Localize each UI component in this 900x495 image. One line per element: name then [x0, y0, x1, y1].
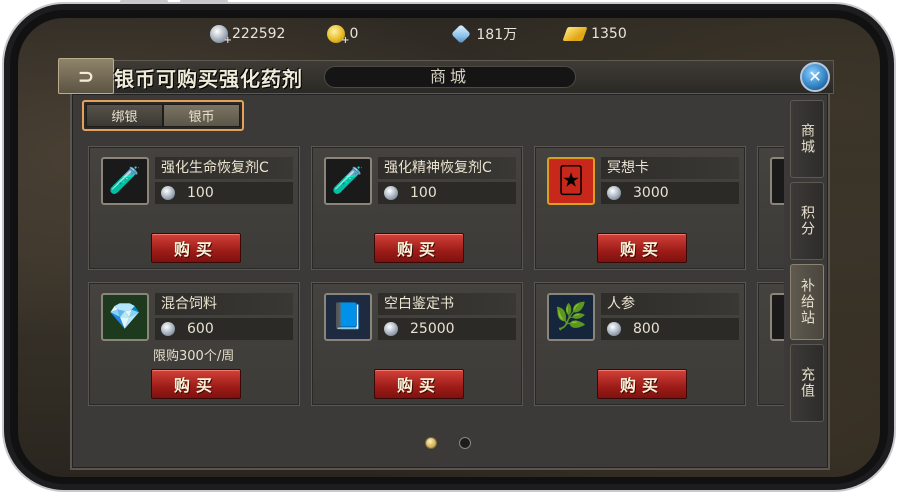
- volume-button: [180, 0, 228, 3]
- silver-coin-icon: [384, 322, 398, 336]
- right-tabs: 商城 积分 补给站 充值: [790, 100, 826, 426]
- currency-bar: + 222592 + 0 181万 1350: [210, 22, 669, 46]
- close-icon: ✕: [808, 67, 822, 86]
- blank-book-icon[interactable]: 📘: [324, 293, 372, 341]
- item-price: 600: [155, 318, 293, 340]
- page-title: 银币可购买强化药剂: [114, 66, 303, 91]
- currency-value: 1350: [591, 26, 627, 42]
- meditation-card-icon[interactable]: 🃏: [547, 157, 595, 205]
- silver-coin-icon: [161, 186, 175, 200]
- item-icon[interactable]: [770, 157, 784, 205]
- currency-value: 181万: [476, 27, 518, 43]
- item-card-partial: [757, 146, 784, 270]
- currency-ticket[interactable]: 1350: [562, 22, 627, 46]
- close-button[interactable]: ✕: [800, 62, 830, 92]
- item-icon[interactable]: [770, 293, 784, 341]
- tab-recharge[interactable]: 充值: [790, 344, 824, 422]
- red-potion-icon[interactable]: 🧪: [101, 157, 149, 205]
- item-price: 25000: [378, 318, 516, 340]
- buy-button[interactable]: 购买: [374, 233, 464, 263]
- item-card: 🃏 冥想卡 3000 购买: [534, 146, 746, 270]
- tab-shop[interactable]: 商城: [790, 100, 824, 178]
- item-price: 100: [155, 182, 293, 204]
- ginseng-icon[interactable]: 🌿: [547, 293, 595, 341]
- volume-button: [120, 0, 168, 3]
- phone-frame: + 222592 + 0 181万 1350 ⊃ 银币可购买强化药剂 商城 ✕ …: [0, 0, 900, 495]
- page-dot-1[interactable]: [425, 437, 437, 449]
- item-price: 100: [378, 182, 516, 204]
- silver-coin-icon: +: [210, 25, 232, 46]
- currency-subtabs: 绑银 银币: [82, 100, 244, 131]
- silver-coin-icon: [384, 186, 398, 200]
- back-button[interactable]: ⊃: [58, 58, 114, 94]
- buy-button[interactable]: 购买: [151, 233, 241, 263]
- currency-silver[interactable]: + 222592: [210, 22, 285, 46]
- subtab-silver[interactable]: 银币: [163, 104, 240, 127]
- silver-coin-icon: [161, 322, 175, 336]
- buy-button[interactable]: 购买: [151, 369, 241, 399]
- blue-potion-icon[interactable]: 🧪: [324, 157, 372, 205]
- gold-coin-icon: +: [327, 25, 349, 46]
- item-name: 人参: [601, 293, 739, 315]
- item-name: 空白鉴定书: [378, 293, 516, 315]
- purchase-limit: 限购300个/周: [153, 349, 235, 364]
- item-name: 混合饲料: [155, 293, 293, 315]
- subtab-bound-silver[interactable]: 绑银: [86, 104, 163, 127]
- item-grid: 🧪 强化生命恢复剂C 100 购买 🧪 强化精神恢复剂C 100 购买 🃏 冥想…: [88, 146, 784, 408]
- currency-value: 0: [349, 26, 359, 42]
- green-crystal-icon[interactable]: 💎: [101, 293, 149, 341]
- item-price: 800: [601, 318, 739, 340]
- item-card: 🧪 强化生命恢复剂C 100 购买: [88, 146, 300, 270]
- shop-title: 商城: [324, 66, 576, 88]
- currency-value: 222592: [232, 26, 286, 42]
- item-name: 强化精神恢复剂C: [378, 157, 516, 179]
- silver-coin-icon: [607, 322, 621, 336]
- pagination: [425, 437, 493, 449]
- item-name: 冥想卡: [601, 157, 739, 179]
- ticket-icon: [562, 27, 588, 41]
- diamond-icon: [451, 24, 472, 44]
- item-card-partial: [757, 282, 784, 406]
- item-card: 📘 空白鉴定书 25000 购买: [311, 282, 523, 406]
- silver-coin-icon: [607, 186, 621, 200]
- currency-gold[interactable]: + 0: [327, 22, 358, 46]
- buy-button[interactable]: 购买: [597, 369, 687, 399]
- item-card: 🌿 人参 800 购买: [534, 282, 746, 406]
- item-card: 💎 混合饲料 600 限购300个/周 购买: [88, 282, 300, 406]
- currency-diamond[interactable]: 181万: [451, 22, 518, 46]
- item-card: 🧪 强化精神恢复剂C 100 购买: [311, 146, 523, 270]
- item-name: 强化生命恢复剂C: [155, 157, 293, 179]
- buy-button[interactable]: 购买: [374, 369, 464, 399]
- back-arrow-icon: ⊃: [77, 64, 95, 88]
- page-dot-2[interactable]: [459, 437, 471, 449]
- buy-button[interactable]: 购买: [597, 233, 687, 263]
- item-price: 3000: [601, 182, 739, 204]
- tab-supply[interactable]: 补给站: [790, 264, 824, 340]
- tab-points[interactable]: 积分: [790, 182, 824, 260]
